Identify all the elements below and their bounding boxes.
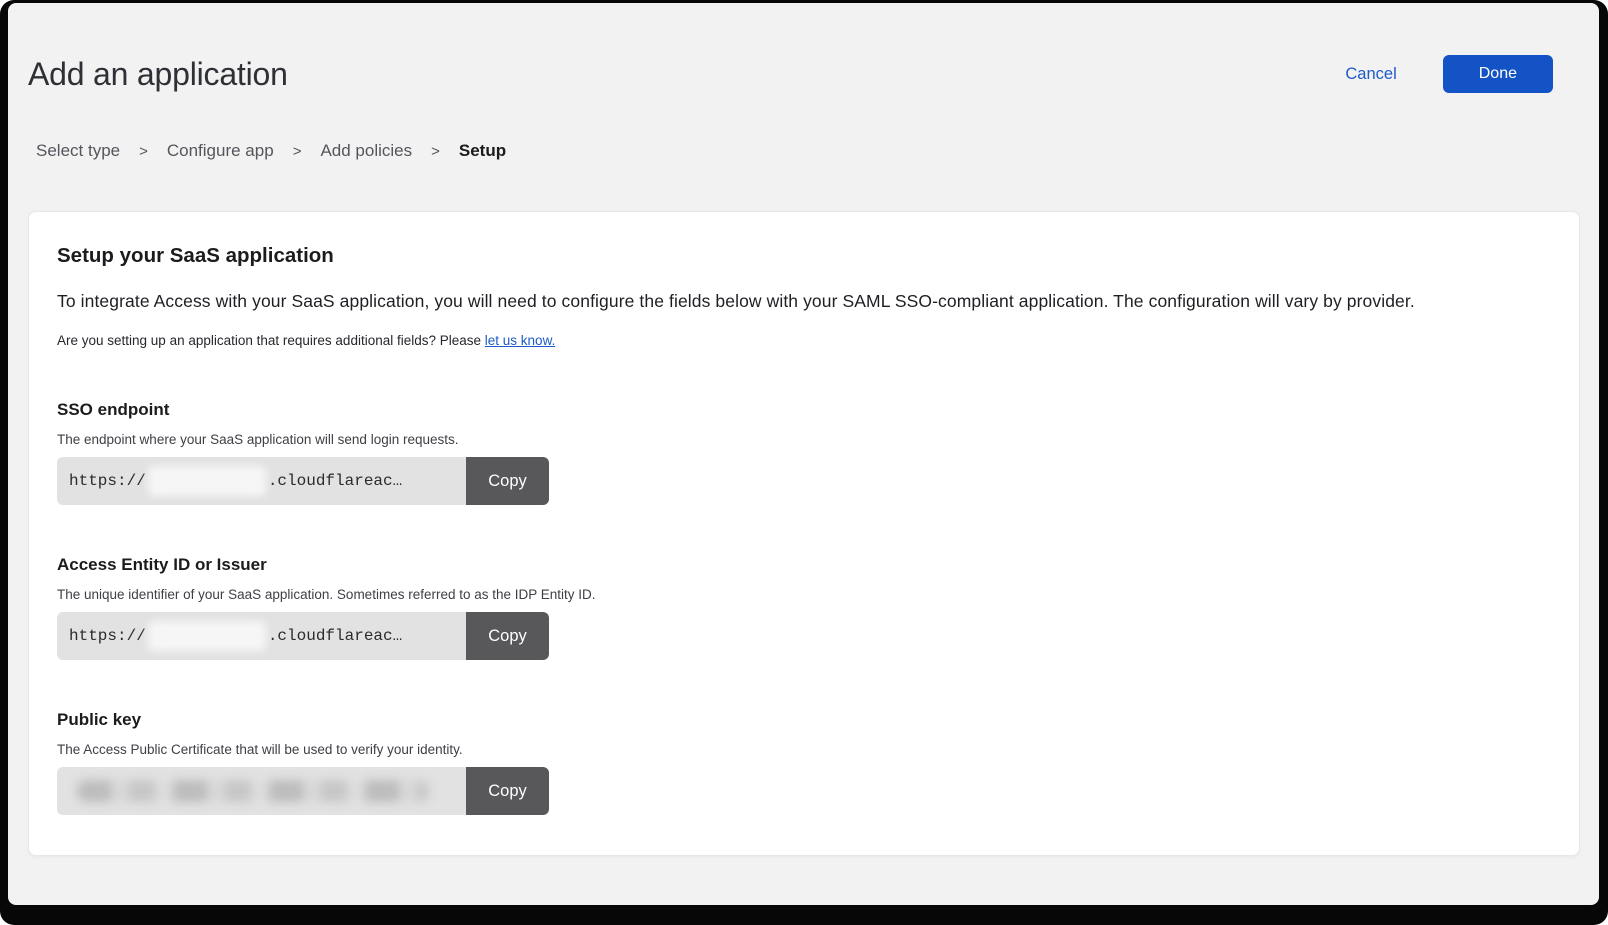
redacted-blur (77, 780, 429, 802)
access-entity-id-copy-button[interactable]: Copy (466, 612, 549, 660)
redacted-blur (148, 621, 266, 651)
sso-endpoint-description: The endpoint where your SaaS application… (57, 432, 1549, 447)
breadcrumb-step-select-type[interactable]: Select type (36, 141, 120, 161)
done-button[interactable]: Done (1443, 55, 1553, 93)
card-note: Are you setting up an application that r… (57, 333, 1549, 348)
setup-card: Setup your SaaS application To integrate… (28, 211, 1580, 856)
public-key-section: Public key The Access Public Certificate… (57, 710, 1549, 815)
breadcrumb: Select type > Configure app > Add polici… (8, 93, 1599, 161)
public-key-field: Copy (57, 767, 549, 815)
sso-endpoint-section: SSO endpoint The endpoint where your Saa… (57, 400, 1549, 505)
public-key-label: Public key (57, 710, 1549, 730)
note-text: Are you setting up an application that r… (57, 333, 485, 348)
sso-endpoint-value: https:// .cloudflareac… (57, 457, 466, 505)
redacted-blur (148, 466, 266, 496)
page-title: Add an application (28, 56, 288, 93)
sso-endpoint-value-prefix: https:// (69, 472, 146, 490)
breadcrumb-step-setup: Setup (459, 141, 506, 161)
public-key-description: The Access Public Certificate that will … (57, 742, 1549, 757)
header-actions: Cancel Done (1345, 55, 1553, 93)
access-entity-id-value-prefix: https:// (69, 627, 146, 645)
breadcrumb-step-configure-app[interactable]: Configure app (167, 141, 274, 161)
screenshot-frame: Add an application Cancel Done Select ty… (0, 0, 1608, 925)
cancel-button[interactable]: Cancel (1345, 65, 1396, 84)
card-intro-text: To integrate Access with your SaaS appli… (57, 291, 1549, 312)
sso-endpoint-value-suffix: .cloudflareac… (268, 472, 402, 490)
access-entity-id-field: https:// .cloudflareac… Copy (57, 612, 549, 660)
page-header: Add an application Cancel Done (8, 3, 1599, 93)
access-entity-id-description: The unique identifier of your SaaS appli… (57, 587, 1549, 602)
access-entity-id-value-suffix: .cloudflareac… (268, 627, 402, 645)
breadcrumb-step-add-policies[interactable]: Add policies (320, 141, 412, 161)
sso-endpoint-copy-button[interactable]: Copy (466, 457, 549, 505)
card-heading: Setup your SaaS application (57, 244, 1549, 268)
sso-endpoint-field: https:// .cloudflareac… Copy (57, 457, 549, 505)
access-entity-id-section: Access Entity ID or Issuer The unique id… (57, 555, 1549, 660)
app-page: Add an application Cancel Done Select ty… (8, 3, 1599, 905)
access-entity-id-label: Access Entity ID or Issuer (57, 555, 1549, 575)
breadcrumb-separator: > (139, 143, 148, 160)
sso-endpoint-label: SSO endpoint (57, 400, 1549, 420)
breadcrumb-separator: > (431, 143, 440, 160)
breadcrumb-separator: > (293, 143, 302, 160)
public-key-value (57, 767, 466, 815)
access-entity-id-value: https:// .cloudflareac… (57, 612, 466, 660)
let-us-know-link[interactable]: let us know. (485, 333, 556, 348)
public-key-copy-button[interactable]: Copy (466, 767, 549, 815)
